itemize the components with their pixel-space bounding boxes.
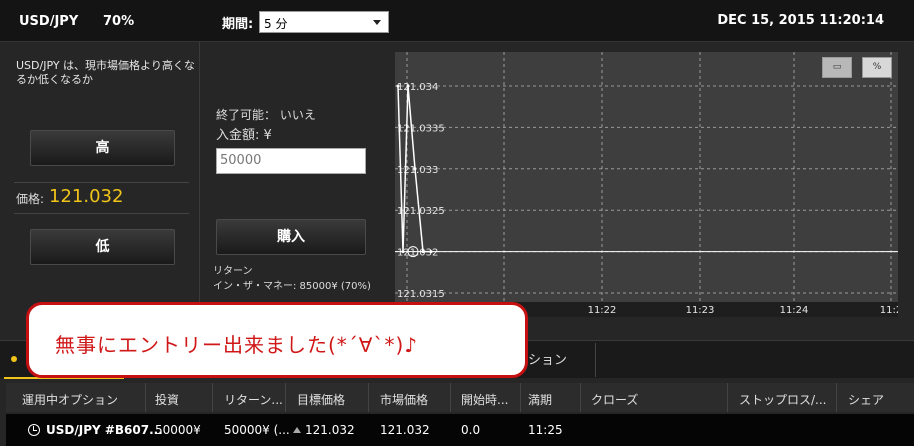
y-tick-label: 121.033 bbox=[397, 165, 438, 176]
column-header[interactable]: 満期 bbox=[528, 391, 552, 408]
clock-icon bbox=[28, 424, 40, 436]
payout-label: 70% bbox=[103, 14, 135, 29]
column-header[interactable]: クローズ bbox=[591, 391, 638, 408]
price-point bbox=[396, 84, 400, 88]
active-tab-dot-icon bbox=[11, 356, 17, 362]
divider bbox=[14, 182, 189, 183]
return-label: リターン bbox=[213, 266, 253, 277]
y-tick-label: 121.034 bbox=[397, 82, 438, 93]
column-header[interactable]: 目標価格 bbox=[297, 391, 345, 408]
return-value: イン・ザ・マネー: 85000¥ (70%) bbox=[213, 281, 371, 292]
column-divider bbox=[836, 383, 837, 412]
column-divider bbox=[520, 383, 521, 412]
price-point bbox=[413, 167, 417, 171]
chart-plot-area bbox=[395, 52, 898, 302]
price-value: 121.032 bbox=[49, 186, 124, 207]
y-tick-label: 121.0315 bbox=[397, 289, 445, 300]
direction-description: USD/JPY は、現市場価格より高くなるか低くなるか bbox=[16, 59, 195, 86]
exit-available-label: 終了可能： いいえ bbox=[216, 108, 316, 122]
period-label: 期間: bbox=[222, 17, 254, 32]
column-divider bbox=[580, 383, 581, 412]
entry-success-toast[interactable]: 無事にエントリー出来ました(*´∀`*)♪ bbox=[26, 302, 528, 378]
price-chart[interactable]: 121.034 121.0335 121.033 121.0325 121.032 121… bbox=[395, 52, 898, 317]
amount-label: 入金額: ¥ bbox=[216, 128, 272, 143]
trading-app: USD/JPY 70% 期間: 5 分 DEC 15, 2015 11:20:1… bbox=[0, 0, 914, 446]
column-divider bbox=[145, 383, 146, 412]
period-select[interactable]: 5 分 bbox=[259, 11, 389, 33]
column-header[interactable]: 運用中オプション bbox=[22, 391, 118, 408]
period-value: 5 分 bbox=[264, 17, 288, 31]
table-row[interactable]: USD/JPY #B607... 50000¥ 50000¥ (... 121.… bbox=[6, 414, 914, 446]
divider bbox=[14, 213, 189, 214]
header-bar: USD/JPY 70% 期間: 5 分 DEC 15, 2015 11:20:1… bbox=[0, 0, 914, 42]
x-tick-label: 11:2 bbox=[880, 305, 898, 316]
column-header[interactable]: リターン... bbox=[224, 391, 283, 408]
datetime-display: DEC 15, 2015 11:20:14 bbox=[717, 13, 884, 28]
toast-message: 無事にエントリー出来ました(*´∀`*)♪ bbox=[55, 333, 419, 357]
high-button[interactable]: 高 bbox=[30, 130, 175, 166]
chevron-down-icon bbox=[373, 20, 381, 25]
column-divider bbox=[368, 383, 369, 412]
option-start: 0.0 bbox=[461, 423, 481, 437]
option-target-price-cell: 121.032 bbox=[293, 423, 355, 437]
chart-view-button[interactable]: ▭ bbox=[822, 57, 852, 78]
price-label: 価格: bbox=[16, 192, 45, 206]
percent-view-button[interactable]: % bbox=[862, 57, 892, 78]
option-expiry: 11:25 bbox=[528, 423, 563, 437]
order-panel: 終了可能： いいえ 入金額: ¥ 50000 購入 リターン イン・ザ・マネー:… bbox=[201, 42, 384, 317]
x-tick-label: 11:24 bbox=[780, 305, 809, 316]
column-divider bbox=[285, 383, 286, 412]
option-return: 50000¥ (... bbox=[224, 423, 290, 437]
column-header[interactable]: 市場価格 bbox=[380, 391, 428, 408]
chart-svg: 121.034121.0335121.033121.0325121.032121… bbox=[395, 52, 898, 317]
y-tick-label: 121.0335 bbox=[397, 123, 445, 134]
tab-options[interactable]: ション bbox=[528, 349, 567, 368]
low-button[interactable]: 低 bbox=[30, 229, 175, 265]
x-tick-label: 11:22 bbox=[588, 305, 617, 316]
buy-button[interactable]: 購入 bbox=[216, 219, 366, 255]
price-point bbox=[429, 250, 433, 254]
price-point bbox=[401, 250, 405, 254]
price-point bbox=[421, 250, 425, 254]
symbol-label: USD/JPY bbox=[19, 14, 79, 29]
column-header[interactable]: 開始時... bbox=[461, 391, 508, 408]
column-header[interactable]: 投資 bbox=[155, 391, 179, 408]
column-header[interactable]: シェア bbox=[848, 391, 884, 408]
tab-divider bbox=[595, 343, 596, 377]
direction-panel: USD/JPY は、現市場価格より高くなるか低くなるか 高 価格: 121.03… bbox=[0, 42, 200, 317]
x-tick-label: 11:23 bbox=[686, 305, 715, 316]
column-header[interactable]: ストップロス/... bbox=[739, 391, 827, 408]
option-target-price: 121.032 bbox=[305, 423, 355, 437]
column-divider bbox=[727, 383, 728, 412]
options-table-header: 運用中オプション 投資 リターン... 目標価格 市場価格 開始時... 満期 … bbox=[6, 383, 914, 412]
amount-input[interactable]: 50000 bbox=[216, 148, 366, 174]
column-divider bbox=[450, 383, 451, 412]
option-market-price: 121.032 bbox=[380, 423, 430, 437]
option-symbol: USD/JPY #B607... bbox=[46, 423, 163, 437]
column-divider bbox=[212, 383, 213, 412]
price-point bbox=[406, 84, 410, 88]
triangle-up-icon bbox=[293, 427, 301, 433]
option-investment: 50000¥ bbox=[155, 423, 201, 437]
